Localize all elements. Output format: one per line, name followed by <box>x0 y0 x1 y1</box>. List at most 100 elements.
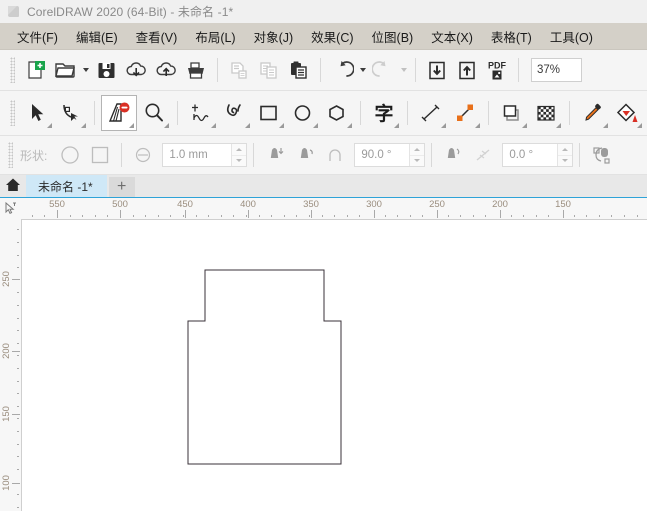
nib-angle-stepper[interactable] <box>409 144 425 166</box>
ruler-label-h: 550 <box>49 199 65 210</box>
home-tab[interactable] <box>0 175 26 197</box>
import-button[interactable] <box>422 55 452 85</box>
pen-tool[interactable] <box>218 96 252 130</box>
vertical-ruler[interactable]: 250 200 150 100 <box>0 219 22 511</box>
shape-tool[interactable] <box>54 96 88 130</box>
toolbox-separator <box>94 101 95 125</box>
toolbox-grip[interactable] <box>10 100 15 126</box>
flyout-corner-icon[interactable] <box>394 123 399 128</box>
shape-label: 形状: <box>20 148 48 163</box>
save-button[interactable] <box>91 55 121 85</box>
polygon-tool[interactable] <box>320 96 354 130</box>
rectangle-tool[interactable] <box>252 96 286 130</box>
redo-button[interactable] <box>368 55 398 85</box>
flyout-corner-icon[interactable] <box>441 123 446 128</box>
undo-dropdown[interactable] <box>357 55 368 85</box>
paste-button[interactable] <box>284 55 314 85</box>
cut-button[interactable] <box>224 55 254 85</box>
document-tab[interactable]: 未命名 -1* <box>26 175 107 197</box>
copy-button[interactable] <box>254 55 284 85</box>
redo-dropdown[interactable] <box>398 55 409 85</box>
drawn-polygon[interactable] <box>187 269 342 465</box>
publish-pdf-button[interactable]: PDF <box>482 55 512 85</box>
print-button[interactable] <box>181 55 211 85</box>
menu-bitmaps[interactable]: 位图(B) <box>363 24 423 49</box>
ruler-tick-minor <box>246 215 247 217</box>
round-nib-button[interactable] <box>55 142 85 168</box>
property-bar-grip[interactable] <box>8 142 13 168</box>
flyout-corner-icon[interactable] <box>637 123 642 128</box>
flyout-corner-icon[interactable] <box>164 123 169 128</box>
cloud-upload-button[interactable] <box>151 55 181 85</box>
svg-text:字: 字 <box>374 102 393 125</box>
crop-tool[interactable] <box>101 95 137 131</box>
ruler-tick-minor <box>637 215 638 217</box>
flatten-button[interactable] <box>260 142 290 168</box>
zoom-level-input[interactable]: 37% <box>531 58 582 82</box>
ruler-tick-minor <box>485 215 486 217</box>
canvas-surface[interactable] <box>22 220 647 511</box>
open-document-dropdown[interactable] <box>80 55 91 85</box>
color-eyedropper-tool[interactable] <box>576 96 610 130</box>
nib-angle-field[interactable]: 90.0 ° <box>354 143 426 167</box>
flyout-corner-icon[interactable] <box>475 123 480 128</box>
menu-text[interactable]: 文本(X) <box>422 24 482 49</box>
fill-tool[interactable] <box>610 96 644 130</box>
property-separator <box>431 143 433 167</box>
nib-size-stepper[interactable] <box>231 144 247 166</box>
ruler-tick-minor <box>17 393 19 394</box>
ruler-tick-major <box>563 210 564 218</box>
drawing-canvas[interactable] <box>22 220 647 511</box>
dimension-tool[interactable] <box>414 96 448 130</box>
transparency-tool[interactable] <box>529 96 563 130</box>
add-page-button[interactable]: + <box>108 177 135 197</box>
toolbar-grip[interactable] <box>10 57 15 83</box>
zoom-tool[interactable] <box>137 96 171 130</box>
open-document-button[interactable] <box>50 55 80 85</box>
ruler-label-h: 200 <box>492 199 508 210</box>
nib-tilt-field[interactable]: 0.0 ° <box>502 143 574 167</box>
horizontal-ruler[interactable]: 550 500 450 400 350 300 250 200 150 <box>0 198 647 220</box>
menu-table[interactable]: 表格(T) <box>482 24 541 49</box>
menu-view[interactable]: 查看(V) <box>127 24 187 49</box>
nib-size-field[interactable]: 1.0 mm <box>162 143 248 167</box>
new-document-button[interactable] <box>20 55 50 85</box>
nib-tilt-stepper[interactable] <box>557 144 573 166</box>
ruler-tick-minor <box>17 343 19 344</box>
menu-effects[interactable]: 效果(C) <box>302 24 362 49</box>
undo-button[interactable] <box>327 55 357 85</box>
ruler-tick-minor <box>511 215 512 217</box>
menu-file[interactable]: 文件(F) <box>8 24 67 49</box>
flyout-corner-icon[interactable] <box>603 123 608 128</box>
flyout-corner-icon[interactable] <box>81 123 86 128</box>
flyout-corner-icon[interactable] <box>245 123 250 128</box>
shadow-tool[interactable] <box>495 96 529 130</box>
text-tool[interactable]: 字 <box>367 96 401 130</box>
menu-tools[interactable]: 工具(O) <box>541 24 602 49</box>
flyout-corner-icon[interactable] <box>211 123 216 128</box>
connector-tool[interactable] <box>448 96 482 130</box>
nib-tilt-icon <box>438 142 468 168</box>
ruler-tick-major <box>185 210 186 218</box>
menu-layout[interactable]: 布局(L) <box>186 24 244 49</box>
flyout-corner-icon[interactable] <box>279 123 284 128</box>
flyout-corner-icon[interactable] <box>522 123 527 128</box>
ruler-origin-icon[interactable] <box>0 198 21 219</box>
menu-edit[interactable]: 编辑(E) <box>67 24 127 49</box>
freehand-tool[interactable] <box>184 96 218 130</box>
flyout-corner-icon[interactable] <box>47 123 52 128</box>
ellipse-tool[interactable] <box>286 96 320 130</box>
square-nib-button[interactable] <box>85 142 115 168</box>
cloud-download-button[interactable] <box>121 55 151 85</box>
pick-tool[interactable] <box>20 96 54 130</box>
work-area: 550 500 450 400 350 300 250 200 150 250 200 150 100 <box>0 198 647 511</box>
ruler-tick-major <box>120 210 121 218</box>
toolbar-separator <box>518 58 519 82</box>
flyout-corner-icon[interactable] <box>313 123 318 128</box>
flyout-corner-icon[interactable] <box>129 123 134 128</box>
flyout-corner-icon[interactable] <box>347 123 352 128</box>
flyout-corner-icon[interactable] <box>556 123 561 128</box>
outline-selection-button[interactable] <box>586 142 616 168</box>
export-button[interactable] <box>452 55 482 85</box>
menu-object[interactable]: 对象(J) <box>245 24 303 49</box>
